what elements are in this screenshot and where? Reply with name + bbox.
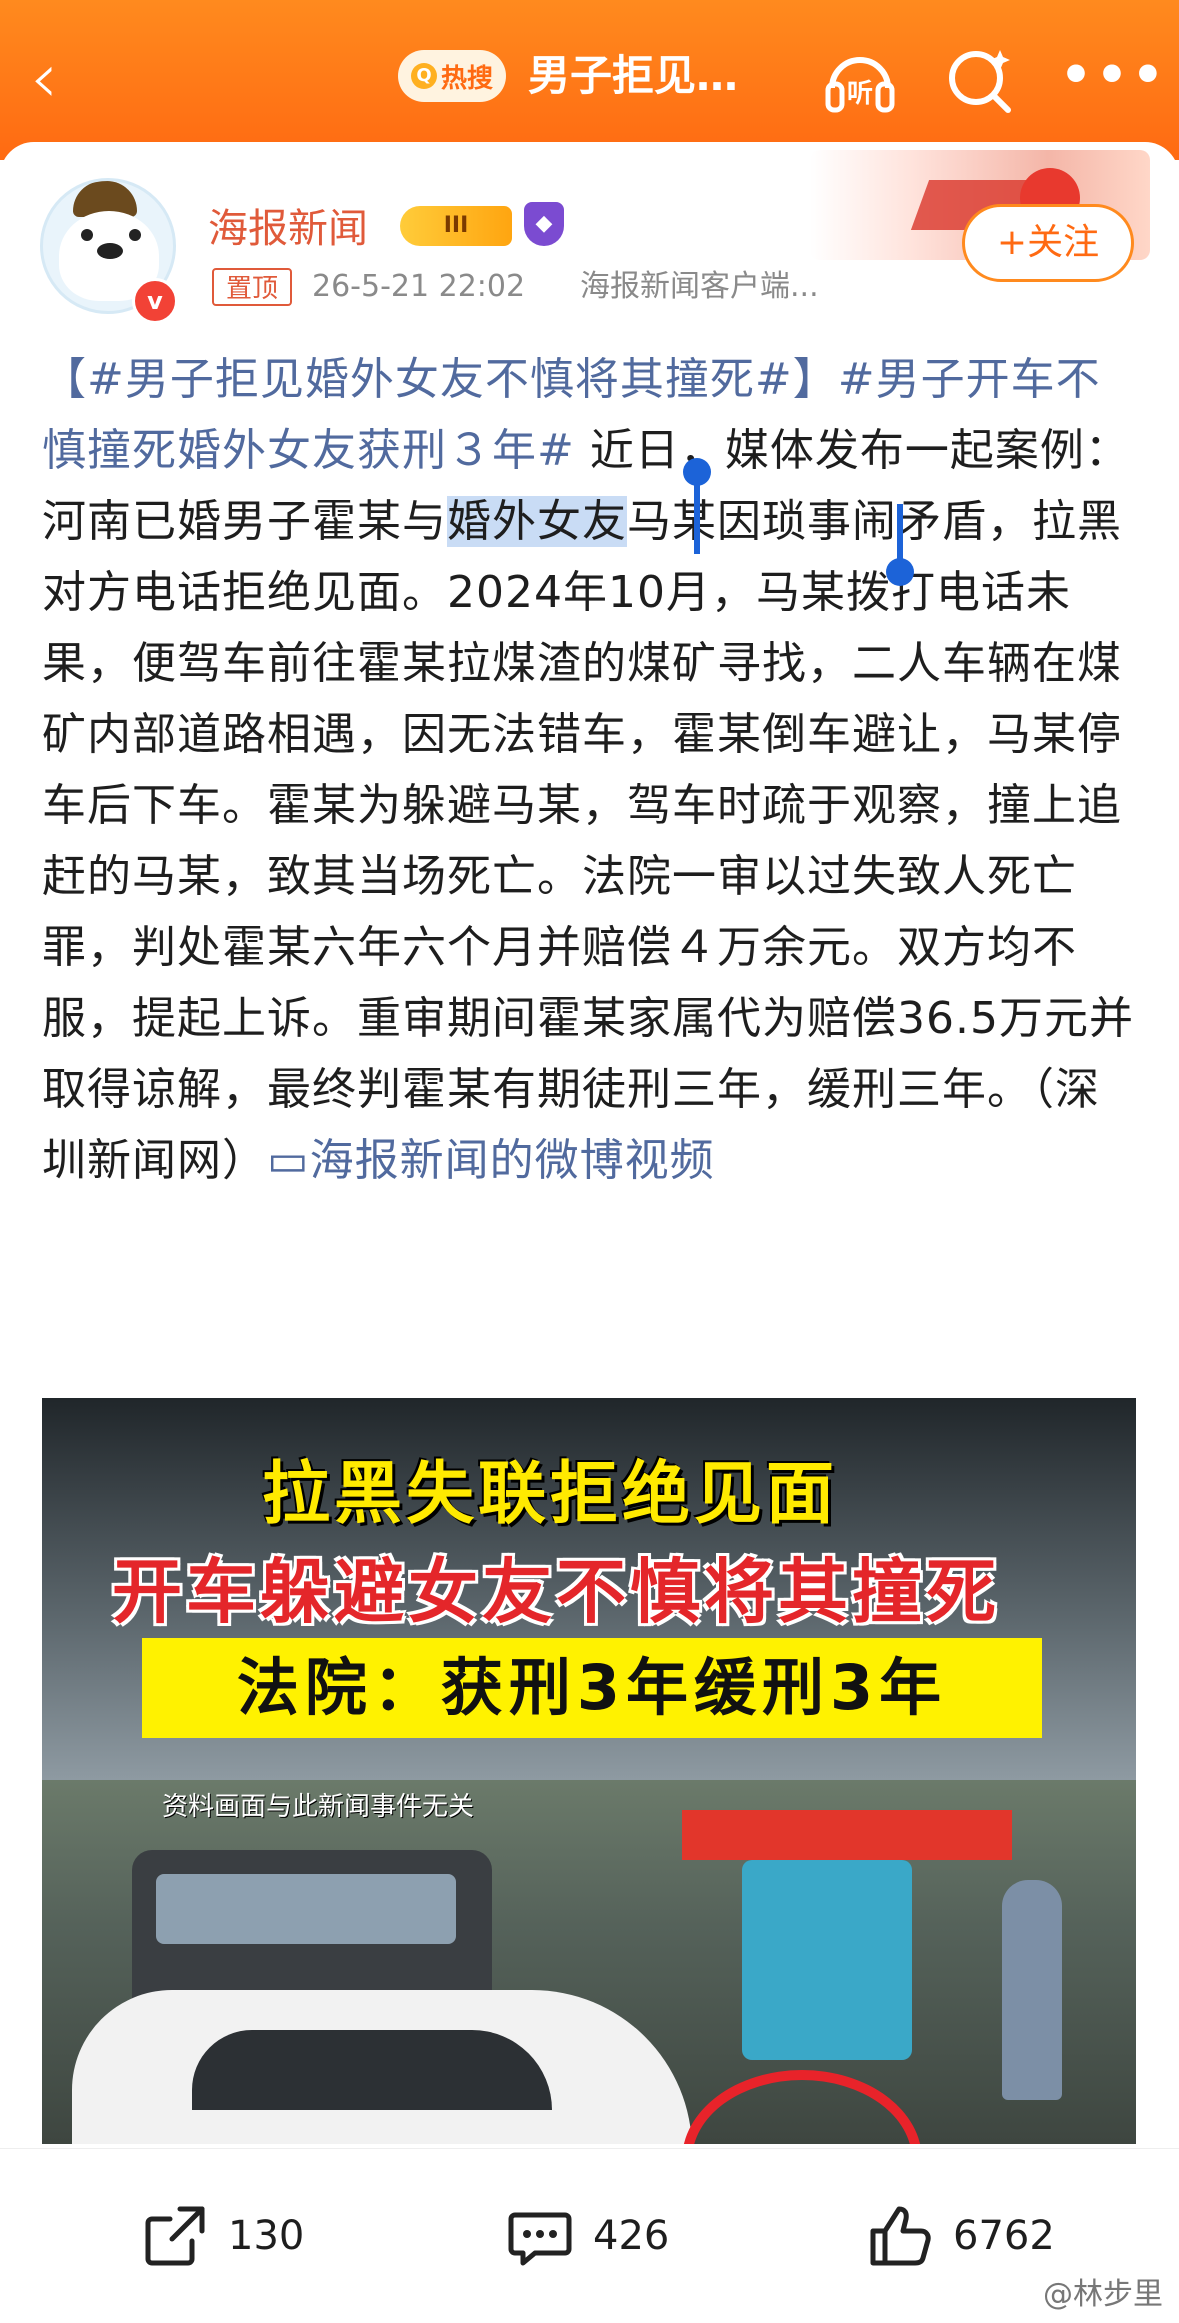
pinned-badge: 置顶 xyxy=(212,268,292,306)
like-count: 6762 xyxy=(953,2213,1055,2259)
headphones-icon[interactable]: 听 xyxy=(820,40,900,120)
author-name[interactable]: 海报新闻 xyxy=(208,196,368,254)
post-source: 海报新闻客户端... xyxy=(580,269,819,304)
watermark: @林步里 xyxy=(1043,2277,1163,2312)
comment-icon xyxy=(508,2212,572,2266)
follow-button[interactable]: +关注 xyxy=(962,204,1134,282)
video-scene: 资料画面与此新闻事件无关 xyxy=(42,1780,1136,2144)
video-link-label: 海报新闻的微博视频 xyxy=(309,1135,715,1186)
hashtag-link[interactable]: 【#男子拒见婚外女友不慎将其撞死#】 xyxy=(42,354,838,405)
avatar-eye xyxy=(129,229,141,241)
avatar-eye xyxy=(81,229,93,241)
shield-badge-icon[interactable]: ◆ xyxy=(524,202,564,246)
stall xyxy=(742,1860,912,2060)
hot-search-label: 热搜 xyxy=(440,63,493,94)
post-time: 26-5-21 22:02 xyxy=(312,269,526,304)
page-title: 男子拒见… xyxy=(528,51,739,100)
video-caption-1: 拉黑失联拒绝见面 xyxy=(262,1455,839,1534)
video-link-icon: ▭ xyxy=(267,1135,310,1186)
post-text: 马某因琐事闹矛盾，拉黑对方电话拒绝见面。2024年10月，马某拨打电话未果，便驾… xyxy=(42,496,1134,1186)
video-disclaimer: 资料画面与此新闻事件无关 xyxy=(162,1792,475,1822)
thumbs-up-icon xyxy=(870,2206,931,2266)
avatar-nose xyxy=(97,243,123,259)
awning xyxy=(682,1810,1012,1860)
comment-count: 426 xyxy=(593,2213,670,2259)
listen-label: 听 xyxy=(847,79,873,109)
verified-icon: v xyxy=(132,278,178,324)
selected-text[interactable]: 婚外女友 xyxy=(447,496,627,547)
white-car xyxy=(72,1990,692,2144)
selection-handle-end[interactable] xyxy=(886,504,914,586)
hot-search-badge[interactable]: Q 热搜 xyxy=(398,50,506,102)
video-caption-3: 法院：获刑3年缓刑3年 xyxy=(142,1638,1042,1738)
comment-button[interactable]: 426 xyxy=(505,2201,669,2271)
more-options-icon[interactable]: ••• xyxy=(1060,40,1164,120)
chevron-left-icon[interactable]: ‹ xyxy=(30,38,90,118)
search-icon[interactable] xyxy=(940,40,1020,120)
video-caption-2: 开车躲避女友不慎将其撞死 xyxy=(112,1551,1000,1633)
person xyxy=(1002,1880,1062,2100)
level-label: III xyxy=(443,213,469,238)
search-dot-icon: Q xyxy=(410,63,437,89)
selection-handle-start[interactable] xyxy=(683,458,711,554)
video-link[interactable]: ▭海报新闻的微博视频 xyxy=(267,1135,715,1186)
video-thumbnail[interactable]: 拉黑失联拒绝见面 开车躲避女友不慎将其撞死 法院：获刑3年缓刑3年 资料画面与此… xyxy=(42,1398,1136,2144)
top-bar: ‹ Q 热搜 男子拒见… 听 ••• xyxy=(0,0,1179,160)
post-body: 【#男子拒见婚外女友不慎将其撞死#】#男子开车不慎撞死婚外女友获刑３年# 近日，… xyxy=(42,344,1142,1196)
action-bar: 130 426 6762 @林步里 xyxy=(0,2148,1179,2323)
like-button[interactable]: 6762 xyxy=(865,2201,1055,2271)
share-count: 130 xyxy=(228,2213,305,2259)
share-button[interactable]: 130 xyxy=(140,2201,304,2271)
highlight-circle xyxy=(682,2070,922,2144)
crown-level-badge[interactable]: III xyxy=(400,206,512,246)
share-icon xyxy=(145,2206,205,2266)
